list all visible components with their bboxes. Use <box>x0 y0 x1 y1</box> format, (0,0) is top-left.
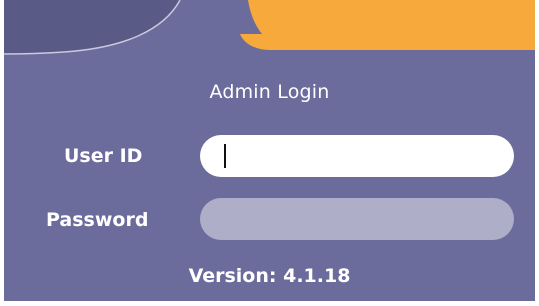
decorative-header-graphic <box>4 0 535 55</box>
text-caret <box>224 144 226 168</box>
password-input[interactable] <box>200 198 514 240</box>
login-panel: Admin Login User ID Password Version: 4.… <box>4 0 535 301</box>
password-label: Password <box>46 209 149 231</box>
user-id-input[interactable] <box>200 135 514 177</box>
version-text: Version: 4.1.18 <box>188 265 351 287</box>
header-orange-band <box>240 0 535 50</box>
user-id-label: User ID <box>64 145 143 167</box>
page-title: Admin Login <box>209 81 330 103</box>
